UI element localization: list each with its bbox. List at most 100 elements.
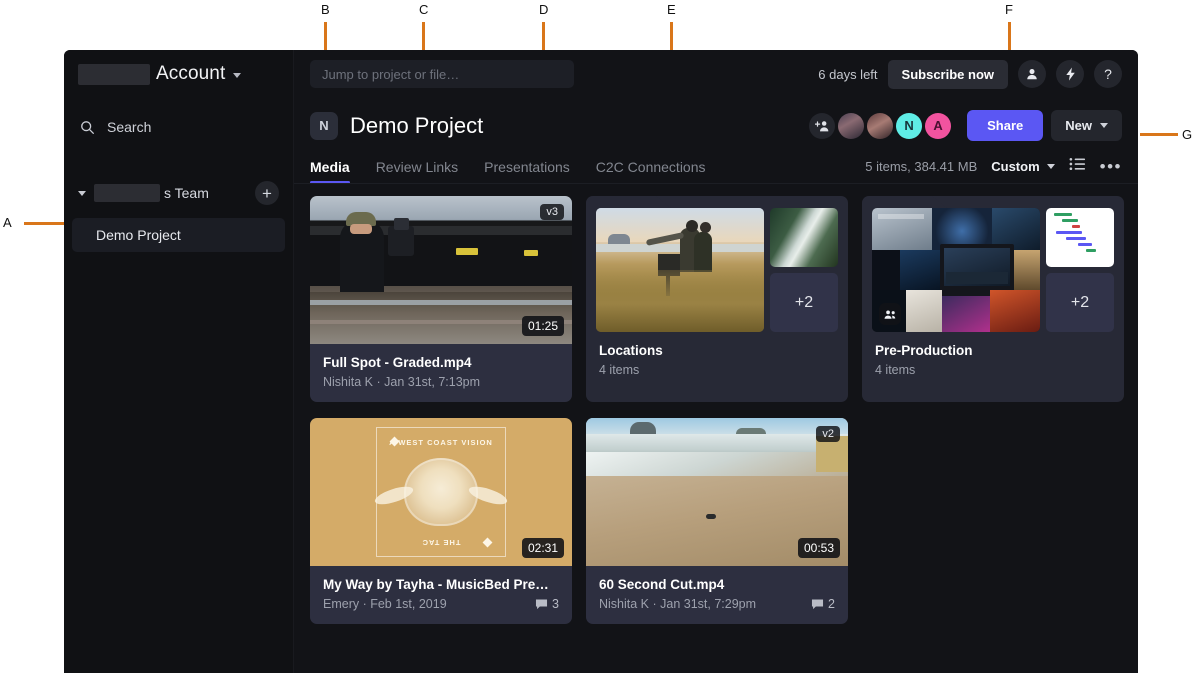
account-switcher[interactable]: Account xyxy=(64,50,293,98)
comment-count[interactable]: 3 xyxy=(535,597,559,611)
search-input[interactable]: Search xyxy=(64,110,293,144)
card-meta: Full Spot - Graded.mp4 Nishita K · Jan 3… xyxy=(310,344,572,402)
avatar[interactable] xyxy=(838,113,864,139)
more-options-button[interactable]: ••• xyxy=(1100,158,1122,175)
tab-presentations[interactable]: Presentations xyxy=(484,159,570,184)
folder-thumbnails: +2 xyxy=(586,208,848,332)
team-row[interactable]: s Team + xyxy=(64,178,293,208)
project-header: N Demo Project N xyxy=(294,98,1138,141)
card-title: Pre-Production xyxy=(875,343,1111,358)
thumbnail-art xyxy=(872,208,1040,332)
account-label: Account xyxy=(156,63,225,85)
list-view-icon xyxy=(1069,157,1086,171)
card-meta: Pre-Production 4 items xyxy=(862,332,1124,390)
thumbnail[interactable]: v2 00:53 xyxy=(586,418,848,566)
card-subtitle: 4 items xyxy=(875,363,915,377)
card-subtitle: 4 items xyxy=(599,363,639,377)
lightning-bolt-icon xyxy=(1064,67,1077,81)
topbar: Jump to project or file… 6 days left Sub… xyxy=(294,50,1138,98)
tab-c2c-connections[interactable]: C2C Connections xyxy=(596,159,706,184)
team-label: s Team xyxy=(164,185,209,201)
duration-badge: 01:25 xyxy=(522,316,564,336)
version-badge: v2 xyxy=(816,426,840,442)
media-card-my-way[interactable]: A WEST COAST VISION THE TAC 02:31 My Way… xyxy=(310,418,572,624)
comment-count-value: 2 xyxy=(828,597,835,611)
thumbnail[interactable]: v3 01:25 xyxy=(310,196,572,344)
card-subtitle: Nishita K · Jan 31st, 7:13pm xyxy=(323,375,480,389)
annotation-line-g xyxy=(1140,133,1178,136)
folder-extra-count: +2 xyxy=(1046,273,1114,332)
add-project-button[interactable]: + xyxy=(255,181,279,205)
media-card-60-second-cut[interactable]: v2 00:53 60 Second Cut.mp4 Nishita K · J… xyxy=(586,418,848,624)
tab-divider xyxy=(294,183,1138,184)
jump-to-placeholder: Jump to project or file… xyxy=(322,67,459,82)
duration-badge: 02:31 xyxy=(522,538,564,558)
trial-days-left: 6 days left xyxy=(818,67,877,82)
card-meta: 60 Second Cut.mp4 Nishita K · Jan 31st, … xyxy=(586,566,848,624)
shared-folder-badge xyxy=(879,303,901,325)
comment-count-value: 3 xyxy=(552,597,559,611)
new-button[interactable]: New xyxy=(1051,110,1122,141)
chevron-down-icon xyxy=(1047,164,1055,169)
sidebar-item-demo-project[interactable]: Demo Project xyxy=(72,218,285,252)
album-frame: A WEST COAST VISION THE TAC xyxy=(376,427,506,557)
thumbnail[interactable]: A WEST COAST VISION THE TAC 02:31 xyxy=(310,418,572,566)
project-header-actions: N A Share New xyxy=(809,110,1122,141)
annotation-line-a xyxy=(24,222,66,225)
duration-badge: 00:53 xyxy=(798,538,840,558)
media-card-full-spot[interactable]: v3 01:25 Full Spot - Graded.mp4 Nishita … xyxy=(310,196,572,402)
thumbnail-art xyxy=(596,208,764,332)
media-grid: v3 01:25 Full Spot - Graded.mp4 Nishita … xyxy=(294,184,1138,624)
folder-card-locations[interactable]: +2 Locations 4 items xyxy=(586,196,848,402)
comment-count[interactable]: 2 xyxy=(811,597,835,611)
card-subtitle-row: Nishita K · Jan 31st, 7:13pm xyxy=(323,375,559,389)
subscribe-button[interactable]: Subscribe now xyxy=(888,60,1008,89)
avatar[interactable] xyxy=(867,113,893,139)
annotation-label-g: G xyxy=(1182,128,1192,141)
tab-review-links[interactable]: Review Links xyxy=(376,159,458,184)
team-name-redacted xyxy=(94,184,160,202)
account-name-redacted xyxy=(78,64,150,85)
folder-side-thumbnails: +2 xyxy=(770,208,838,332)
share-button[interactable]: Share xyxy=(967,110,1043,141)
annotation-label-b: B xyxy=(321,3,330,16)
annotation-label-e: E xyxy=(667,3,676,16)
annotation-label-c: C xyxy=(419,3,428,16)
add-member-button[interactable] xyxy=(809,113,835,139)
version-badge: v3 xyxy=(540,204,564,220)
folder-primary-thumbnail[interactable] xyxy=(596,208,764,332)
screenshot-root: A B C D E F G Account Search xyxy=(0,0,1193,673)
folder-secondary-thumbnail[interactable] xyxy=(770,208,838,267)
avatar[interactable]: A xyxy=(925,113,951,139)
folder-extra-count: +2 xyxy=(770,273,838,332)
card-title: My Way by Tayha - MusicBed Pre… xyxy=(323,577,559,592)
folder-secondary-thumbnail[interactable] xyxy=(1046,208,1114,267)
card-title: Locations xyxy=(599,343,835,358)
folder-thumbnails: +2 xyxy=(862,208,1124,332)
folder-card-pre-production[interactable]: +2 Pre-Production 4 items xyxy=(862,196,1124,402)
card-subtitle: Emery · Feb 1st, 2019 xyxy=(323,597,447,611)
tab-media[interactable]: Media xyxy=(310,159,350,184)
folder-primary-thumbnail[interactable] xyxy=(872,208,1040,332)
person-icon xyxy=(1025,67,1039,81)
jump-to-search-input[interactable]: Jump to project or file… xyxy=(310,60,574,88)
main-panel: Jump to project or file… 6 days left Sub… xyxy=(294,50,1138,673)
sidebar: Account Search s Team + Demo Project xyxy=(64,50,294,673)
new-button-label: New xyxy=(1065,118,1092,133)
sort-dropdown[interactable]: Custom xyxy=(991,159,1054,174)
add-person-icon xyxy=(815,119,830,133)
list-view-button[interactable] xyxy=(1069,157,1086,176)
folder-side-thumbnails: +2 xyxy=(1046,208,1114,332)
account-person-button[interactable] xyxy=(1018,60,1046,88)
card-title: Full Spot - Graded.mp4 xyxy=(323,355,559,370)
upgrade-button[interactable] xyxy=(1056,60,1084,88)
avatar[interactable]: N xyxy=(896,113,922,139)
app-window: Account Search s Team + Demo Project xyxy=(64,50,1138,673)
comment-icon xyxy=(811,598,824,610)
card-title: 60 Second Cut.mp4 xyxy=(599,577,835,592)
chevron-down-icon[interactable] xyxy=(78,191,86,196)
help-button[interactable]: ? xyxy=(1094,60,1122,88)
thumbnail-art xyxy=(1046,208,1114,267)
card-subtitle-row: 4 items xyxy=(875,363,1111,377)
card-meta: Locations 4 items xyxy=(586,332,848,390)
